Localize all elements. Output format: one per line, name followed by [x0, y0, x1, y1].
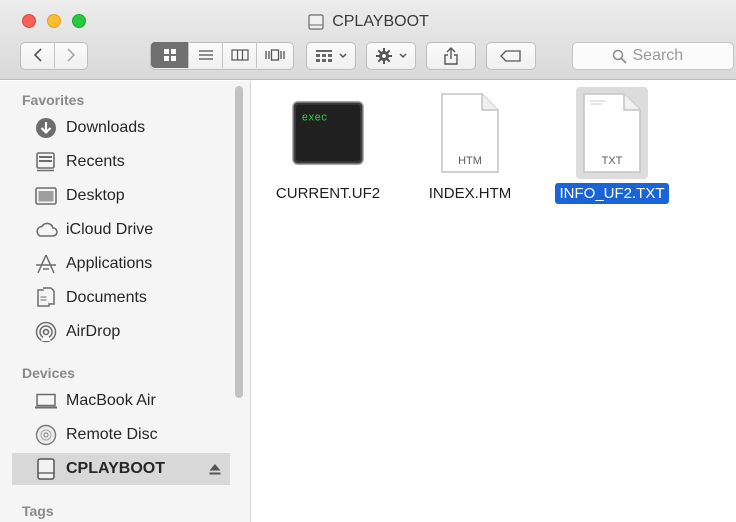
file-extension-label: TXT — [602, 155, 623, 167]
file-name: INDEX.HTM — [428, 185, 512, 202]
sidebar-item-icloud-drive[interactable]: iCloud Drive — [12, 214, 230, 246]
sidebar-item-macbook-air[interactable]: MacBook Air — [12, 385, 230, 417]
columns-icon — [230, 49, 249, 61]
sidebar-item-applications[interactable]: Applications — [12, 248, 230, 280]
grid-icon — [163, 49, 176, 61]
window-title-text: CPLAYBOOT — [332, 13, 429, 30]
icon-view-button[interactable] — [151, 42, 189, 68]
chevron-down-icon — [398, 53, 407, 59]
cover-flow-view-button[interactable] — [257, 42, 293, 68]
sidebar-item-label: MacBook Air — [66, 392, 156, 409]
sidebar-item-label: AirDrop — [66, 323, 121, 340]
tag-icon — [500, 50, 521, 62]
chevron-right-icon — [67, 48, 76, 62]
navigation-buttons — [20, 42, 88, 70]
gear-icon — [375, 48, 392, 64]
sidebar-item-recents[interactable]: Recents — [12, 146, 230, 178]
exec-file-icon: exec — [292, 87, 364, 179]
recents-icon — [34, 151, 58, 173]
sidebar-item-label: Documents — [66, 289, 147, 306]
devices-heading: Devices — [22, 365, 75, 381]
sidebar-item-downloads[interactable]: Downloads — [12, 112, 230, 144]
chevron-left-icon — [33, 48, 42, 62]
sidebar-item-label: Desktop — [66, 187, 125, 204]
list-view-button[interactable] — [189, 42, 223, 68]
drive-icon — [34, 458, 58, 480]
drive-icon — [308, 14, 324, 30]
document-file-icon: HTM — [434, 87, 506, 179]
list-icon — [198, 50, 213, 60]
tags-button[interactable] — [486, 42, 536, 70]
search-input[interactable] — [632, 47, 695, 65]
window-toolbar: CPLAYBOOT — [0, 0, 736, 80]
window-title: CPLAYBOOT — [0, 12, 736, 32]
applications-icon — [34, 253, 58, 275]
sidebar-item-label: Applications — [66, 255, 153, 272]
laptop-icon — [34, 390, 58, 412]
desktop-icon — [34, 185, 58, 207]
airdrop-icon — [34, 321, 58, 343]
arrange-grid-icon — [315, 50, 332, 62]
favorites-heading: Favorites — [22, 92, 85, 108]
eject-icon[interactable] — [208, 462, 222, 476]
downloads-icon — [34, 117, 58, 139]
cover-flow-icon — [265, 49, 285, 61]
documents-icon — [34, 287, 58, 309]
file-extension-label: HTM — [458, 155, 482, 167]
forward-button[interactable] — [55, 42, 87, 68]
sidebar-scrollbar[interactable] — [235, 86, 243, 398]
tags-heading: Tags — [22, 503, 54, 519]
file-name: INFO_UF2.TXT — [552, 183, 672, 204]
arrange-button[interactable] — [306, 42, 356, 70]
disc-icon — [34, 424, 58, 446]
chevron-down-icon — [338, 53, 347, 59]
sidebar-item-label: iCloud Drive — [66, 221, 154, 238]
sidebar-item-label: Remote Disc — [66, 426, 158, 443]
sidebar-item-desktop[interactable]: Desktop — [12, 180, 230, 212]
sidebar: Favorites Downloads Recents Desktop iClo… — [0, 81, 251, 522]
action-button[interactable] — [366, 42, 416, 70]
share-icon — [444, 47, 458, 65]
sidebar-item-remote-disc[interactable]: Remote Disc — [12, 419, 230, 451]
share-button[interactable] — [426, 42, 476, 70]
document-file-icon: TXT — [576, 87, 648, 179]
back-button[interactable] — [21, 42, 55, 68]
sidebar-item-label: Downloads — [66, 119, 146, 136]
search-field[interactable] — [572, 42, 734, 70]
file-icon-view: exec CURRENT.UF2 HTM INDEX.HTM TXT INFO_… — [252, 81, 736, 522]
sidebar-item-label: CPLAYBOOT — [66, 460, 165, 477]
sidebar-item-airdrop[interactable]: AirDrop — [12, 316, 230, 348]
column-view-button[interactable] — [223, 42, 257, 68]
exec-badge: exec — [302, 112, 328, 124]
cloud-icon — [34, 219, 58, 241]
search-icon — [612, 49, 627, 64]
sidebar-item-documents[interactable]: Documents — [12, 282, 230, 314]
sidebar-item-label: Recents — [66, 153, 125, 170]
file-name: CURRENT.UF2 — [275, 185, 381, 202]
sidebar-item-cplayboot[interactable]: CPLAYBOOT — [12, 453, 230, 485]
view-mode-control — [150, 42, 294, 70]
